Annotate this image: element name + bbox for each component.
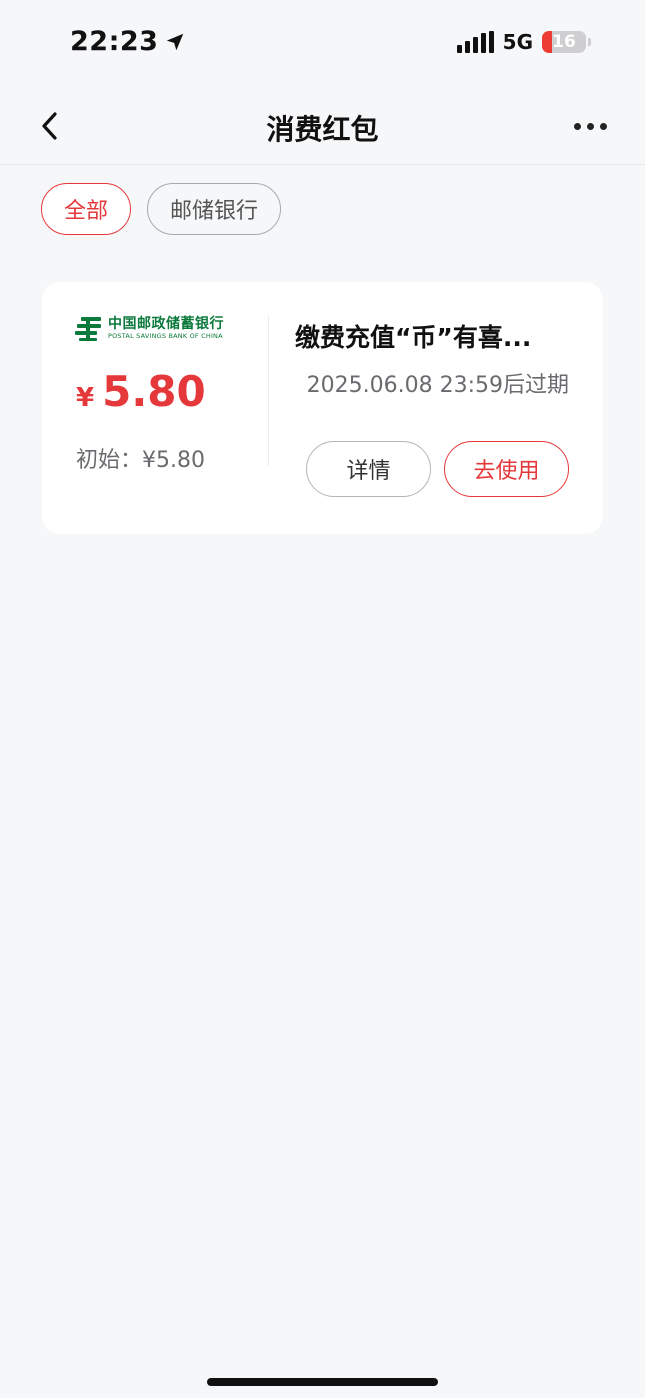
use-button[interactable]: 去使用 bbox=[444, 441, 569, 497]
battery-tip bbox=[588, 38, 591, 46]
filter-chip-all[interactable]: 全部 bbox=[41, 183, 132, 235]
battery-level: 16 bbox=[552, 32, 576, 52]
amount-value: 5.80 bbox=[102, 367, 206, 416]
bank-name-en: POSTAL SAVINGS BANK OF CHINA bbox=[108, 332, 223, 340]
more-dots-icon bbox=[574, 122, 607, 130]
status-time-group: 22:23 bbox=[70, 26, 186, 57]
card-divider bbox=[268, 316, 269, 466]
postal-bank-logo-icon bbox=[75, 317, 101, 341]
bank-name: 中国邮政储蓄银行 POSTAL SAVINGS BANK OF CHINA bbox=[108, 317, 224, 341]
currency-symbol: ¥ bbox=[76, 383, 95, 413]
cellular-signal-icon bbox=[456, 31, 494, 53]
network-type: 5G bbox=[502, 30, 533, 54]
nav-bar: 消费红包 bbox=[0, 88, 645, 165]
status-time: 22:23 bbox=[70, 26, 159, 57]
status-indicators: 5G 16 bbox=[456, 30, 591, 54]
red-packet-amount: ¥ 5.80 bbox=[76, 367, 206, 416]
promo-title: 缴费充值“币”有喜... bbox=[295, 323, 532, 352]
detail-button[interactable]: 详情 bbox=[306, 441, 431, 497]
more-button[interactable] bbox=[574, 114, 607, 138]
initial-amount: 初始：¥5.80 bbox=[76, 448, 205, 473]
expire-time: 2025.06.08 23:59后过期 bbox=[306, 373, 569, 398]
bank-logo: 中国邮政储蓄银行 POSTAL SAVINGS BANK OF CHINA bbox=[75, 316, 224, 342]
red-packet-card[interactable]: 中国邮政储蓄银行 POSTAL SAVINGS BANK OF CHINA ¥ … bbox=[42, 282, 603, 534]
battery-icon: 16 bbox=[542, 31, 586, 53]
filter-chips: 全部 邮储银行 bbox=[41, 183, 282, 235]
status-bar: 22:23 5G 16 bbox=[0, 0, 645, 88]
filter-chip-psbc[interactable]: 邮储银行 bbox=[147, 183, 282, 235]
home-indicator[interactable] bbox=[207, 1378, 438, 1386]
location-arrow-icon bbox=[164, 31, 186, 53]
page-title: 消费红包 bbox=[266, 113, 379, 146]
bank-name-cn: 中国邮政储蓄银行 bbox=[108, 316, 224, 332]
